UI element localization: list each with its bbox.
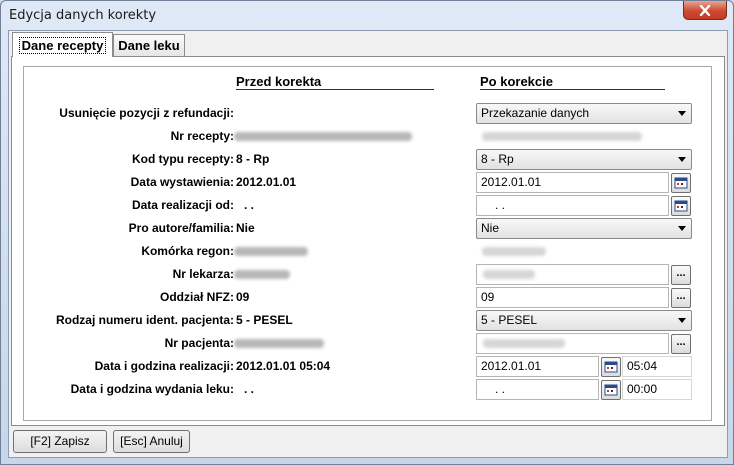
time-field-realizacji[interactable]: 05:04 — [622, 356, 692, 377]
label-nr-recepty: Nr recepty: — [170, 129, 234, 143]
value-before-pro-autore: Nie — [236, 221, 255, 235]
dialog-client: Dane recepty Dane leku Przed korekta Po … — [8, 30, 728, 458]
select-value: 5 - PESEL — [481, 313, 538, 327]
chevron-down-icon — [678, 226, 686, 231]
tab-label: Dane recepty — [18, 36, 107, 54]
dots-label: ... — [676, 267, 686, 279]
value-before-data-wystawienia: 2012.01.01 — [236, 175, 297, 189]
field-value: 09 — [481, 290, 495, 304]
field-oddzial-nfz[interactable]: 09 — [476, 287, 669, 308]
value-before-kod-typu: 8 - Rp — [236, 152, 270, 166]
tab-label: Dane leku — [118, 38, 180, 53]
value-before-oddzial: 09 — [236, 290, 250, 304]
label-data-godz-realizacji: Data i godzina realizacji: — [94, 359, 234, 373]
label-data-wystawienia: Data wystawienia: — [130, 175, 234, 189]
form-group: Przed korekta Po korekcie Usunięcie pozy… — [23, 66, 712, 421]
calendar-button[interactable] — [671, 196, 691, 216]
label-data-godz-wydania: Data i godzina wydania leku: — [70, 382, 234, 396]
date-field-wystawienia[interactable]: 2012.01.01 — [476, 172, 669, 193]
cancel-button[interactable]: [Esc] Anuluj — [113, 430, 190, 453]
title-bar[interactable]: Edycja danych korekty — [1, 1, 733, 31]
close-button[interactable] — [683, 1, 727, 20]
redacted-value — [482, 132, 642, 141]
redacted-value — [234, 270, 290, 279]
select-rodzaj-numeru[interactable]: 5 - PESEL — [476, 310, 692, 331]
label-usuniecie: Usunięcie pozycji z refundacji: — [59, 106, 234, 120]
browse-button-pacjent[interactable]: ... — [671, 334, 691, 354]
date-field-realizacji[interactable]: 2012.01.01 — [476, 356, 599, 377]
column-underline — [236, 89, 434, 90]
time-value: 00:00 — [627, 382, 658, 396]
chevron-down-icon — [678, 111, 686, 116]
column-header-after: Po korekcie — [480, 74, 553, 89]
redacted-value — [234, 339, 324, 348]
label-nr-lekarza: Nr lekarza: — [172, 267, 234, 281]
redacted-value — [483, 339, 565, 348]
window-title: Edycja danych korekty — [9, 8, 157, 23]
select-value: Nie — [481, 221, 500, 235]
calendar-icon — [604, 361, 618, 373]
select-kod-typu[interactable]: 8 - Rp — [476, 149, 692, 170]
column-underline — [480, 89, 665, 90]
field-nr-pacjenta[interactable] — [476, 333, 669, 354]
label-kod-typu: Kod typu recepty: — [131, 152, 234, 166]
tab-panel: Przed korekta Po korekcie Usunięcie pozy… — [11, 56, 725, 426]
label-komorka-regon: Komórka regon: — [141, 244, 234, 258]
calendar-button[interactable] — [671, 173, 691, 193]
date-field-wydania[interactable]: . . — [476, 379, 599, 400]
tab-dane-recepty[interactable]: Dane recepty — [12, 32, 113, 57]
label-oddzial-nfz: Oddział NFZ: — [160, 290, 234, 304]
browse-button-oddzial[interactable]: ... — [671, 288, 691, 308]
redacted-value — [234, 132, 412, 141]
save-button[interactable]: [F2] Zapisz — [13, 430, 107, 453]
dialog-window: Edycja danych korekty Dane recepty Dane … — [0, 0, 734, 465]
value-before-data-godz-wydania: . . — [244, 382, 255, 396]
value-before-rodzaj: 5 - PESEL — [236, 313, 293, 327]
label-pro-autore: Pro autore/familia: — [128, 221, 234, 235]
dots-label: ... — [676, 336, 686, 348]
value-before-data-realizacji-od: . . — [244, 198, 255, 212]
cancel-button-label: [Esc] Anuluj — [120, 434, 183, 448]
select-pro-autore[interactable]: Nie — [476, 218, 692, 239]
field-nr-lekarza[interactable] — [476, 264, 669, 285]
calendar-icon — [674, 177, 688, 189]
close-icon — [699, 4, 711, 16]
calendar-icon — [674, 200, 688, 212]
field-value: . . — [495, 198, 506, 212]
date-field-realizacji-od[interactable]: . . — [476, 195, 669, 216]
label-nr-pacjenta: Nr pacjenta: — [164, 336, 234, 350]
label-data-realizacji-od: Data realizacji od: — [131, 198, 234, 212]
select-value: 8 - Rp — [481, 152, 514, 166]
chevron-down-icon — [678, 318, 686, 323]
time-field-wydania[interactable]: 00:00 — [622, 379, 692, 400]
label-rodzaj-numeru: Rodzaj numeru ident. pacjenta: — [55, 313, 234, 327]
column-header-before: Przed korekta — [236, 74, 322, 89]
save-button-label: [F2] Zapisz — [30, 434, 90, 448]
select-value: Przekazanie danych — [481, 106, 590, 120]
dots-label: ... — [676, 290, 686, 302]
value-before-data-godz-realizacji: 2012.01.01 05:04 — [236, 359, 331, 373]
redacted-value — [483, 270, 535, 279]
field-value: 2012.01.01 — [481, 359, 542, 373]
calendar-icon — [604, 384, 618, 396]
field-value: 2012.01.01 — [481, 175, 542, 189]
select-usuniecie[interactable]: Przekazanie danych — [476, 103, 692, 124]
redacted-value — [482, 247, 546, 256]
calendar-button[interactable] — [601, 357, 621, 377]
chevron-down-icon — [678, 157, 686, 162]
time-value: 05:04 — [627, 359, 658, 373]
tab-dane-leku[interactable]: Dane leku — [113, 34, 185, 56]
calendar-button[interactable] — [601, 380, 621, 400]
browse-button-lekarz[interactable]: ... — [671, 265, 691, 285]
redacted-value — [234, 247, 308, 256]
field-value: . . — [495, 382, 506, 396]
